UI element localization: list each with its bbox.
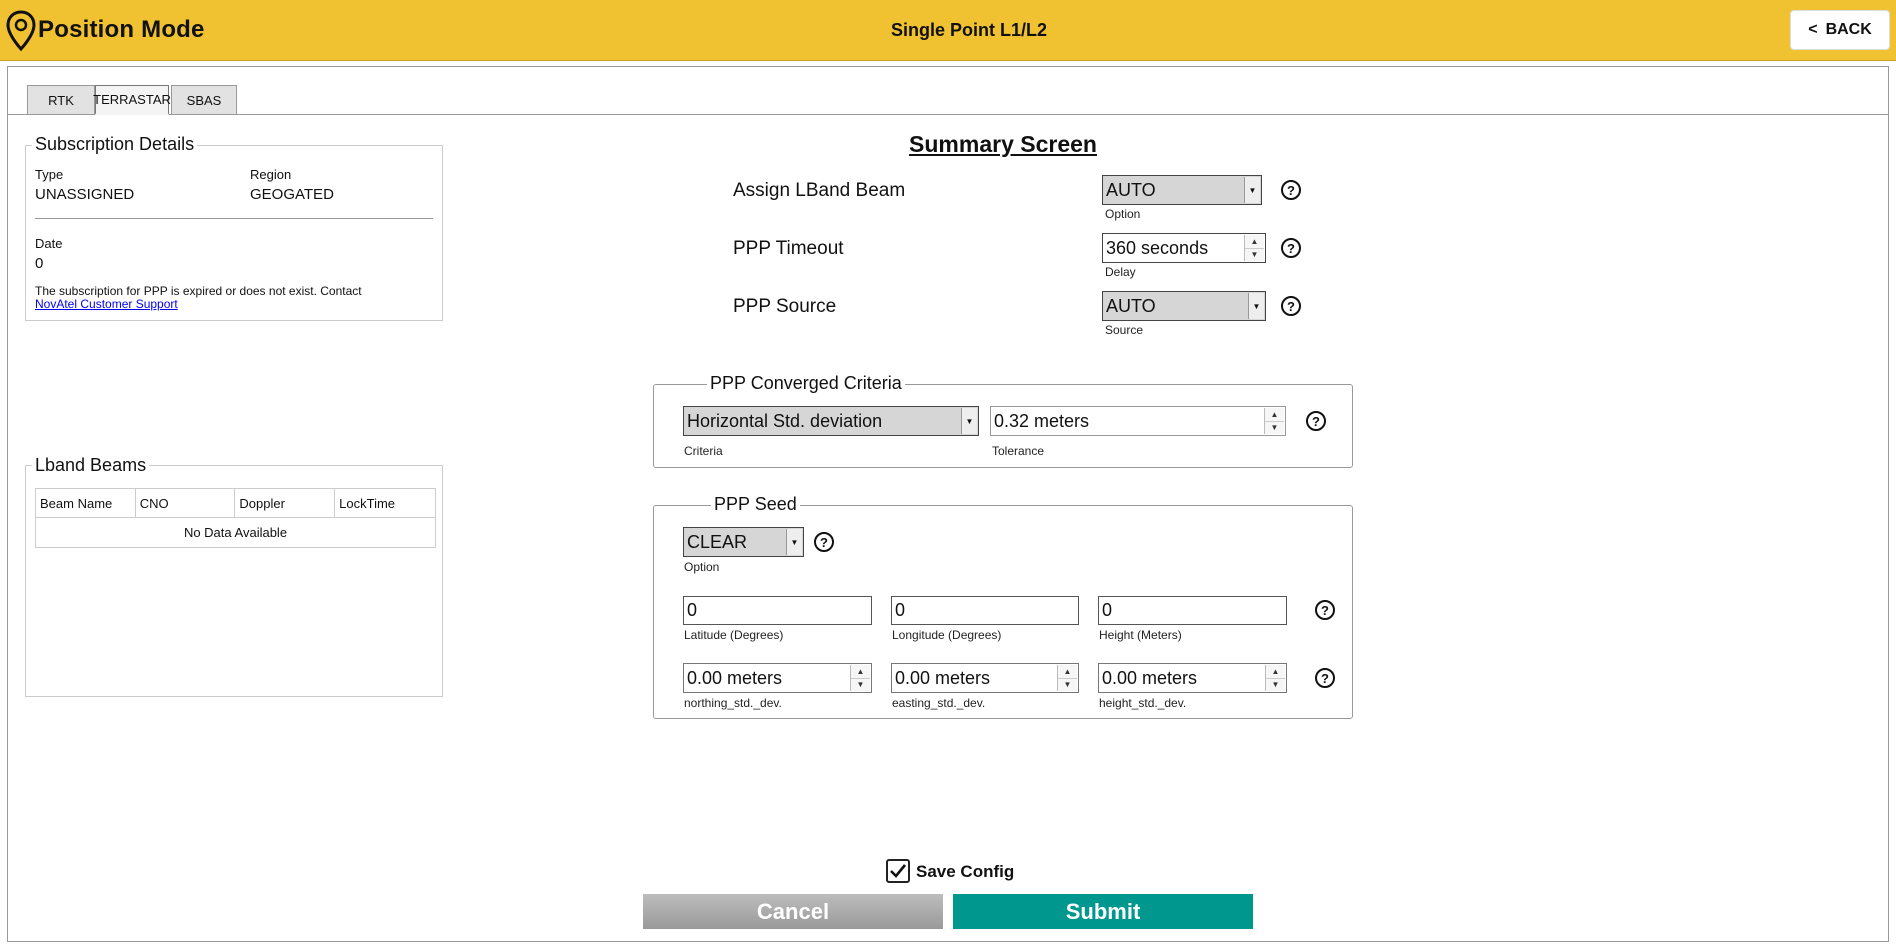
help-circle-icon[interactable]: ? — [1281, 180, 1301, 200]
spinner-arrows-icon[interactable]: ▲ ▼ — [850, 665, 870, 691]
subscription-divider — [35, 218, 433, 219]
summary-screen-title: Summary Screen — [909, 131, 1097, 157]
dropdown-arrow-icon: ▼ — [1244, 177, 1260, 203]
longitude-input[interactable]: 0 — [891, 596, 1079, 625]
easting-std-dev-value: 0.00 meters — [895, 668, 991, 688]
cancel-button[interactable]: Cancel — [643, 894, 943, 929]
ppp-timeout-value: 360 seconds — [1106, 238, 1209, 258]
empty-table-message: No Data Available — [35, 517, 436, 548]
help-circle-icon[interactable]: ? — [1315, 668, 1335, 688]
northing-std-dev-value: 0.00 meters — [687, 668, 783, 688]
type-value: UNASSIGNED — [35, 186, 135, 203]
northing-std-dev-label: northing_std._dev. — [684, 696, 782, 710]
help-circle-icon[interactable]: ? — [814, 532, 834, 552]
seed-option-select[interactable]: CLEAR ▼ — [683, 527, 804, 557]
region-value: GEOGATED — [250, 186, 334, 203]
ppp-source-select[interactable]: AUTO ▼ — [1102, 291, 1266, 321]
table-row: No Data Available — [35, 517, 436, 548]
subscription-note: The subscription for PPP is expired or d… — [35, 284, 362, 298]
spinner-arrows-icon[interactable]: ▲ ▼ — [1265, 665, 1285, 691]
tab-sbas[interactable]: SBAS — [171, 85, 237, 114]
height-input[interactable]: 0 — [1098, 596, 1287, 625]
back-button[interactable]: < BACK — [1790, 10, 1890, 50]
type-label: Type — [35, 167, 64, 182]
dropdown-arrow-icon: ▼ — [1248, 293, 1264, 319]
help-circle-icon[interactable]: ? — [1315, 600, 1335, 620]
height-std-dev-value: 0.00 meters — [1102, 668, 1198, 688]
converged-criteria-label: Criteria — [684, 444, 723, 458]
help-circle-icon[interactable]: ? — [1306, 411, 1326, 431]
height-std-dev-label: height_std._dev. — [1099, 696, 1187, 710]
ppp-timeout-label: PPP Timeout — [733, 238, 844, 259]
converged-criteria-value: Horizontal Std. deviation — [687, 411, 883, 431]
assign-lband-beam-label: Assign LBand Beam — [733, 180, 906, 201]
northing-std-dev-spinner[interactable]: 0.00 meters ▲ ▼ — [683, 663, 872, 693]
ppp-source-source-label: Source — [1105, 323, 1144, 337]
help-circle-icon[interactable]: ? — [1281, 296, 1301, 316]
column-header-cno: CNO — [134, 488, 236, 518]
help-circle-icon[interactable]: ? — [1281, 238, 1301, 258]
assign-lband-option-label: Option — [1105, 207, 1141, 221]
ppp-converged-criteria-title: PPP Converged Criteria — [707, 373, 905, 394]
date-label: Date — [35, 236, 63, 251]
seed-option-value: CLEAR — [687, 532, 748, 552]
column-header-beam-name: Beam Name — [35, 488, 136, 518]
latitude-label: Latitude (Degrees) — [684, 628, 784, 642]
assign-lband-beam-value: AUTO — [1106, 180, 1156, 200]
save-config-checkbox[interactable] — [886, 859, 910, 883]
height-std-dev-spinner[interactable]: 0.00 meters ▲ ▼ — [1098, 663, 1287, 693]
assign-lband-beam-select[interactable]: AUTO ▼ — [1102, 175, 1262, 205]
ppp-timeout-spinner[interactable]: 360 seconds ▲ ▼ — [1102, 233, 1266, 263]
dropdown-arrow-icon: ▼ — [786, 529, 802, 555]
back-arrow-icon: < — [1808, 21, 1818, 38]
tab-terrastar[interactable]: TERRASTAR — [93, 85, 171, 115]
lband-beams-table: Beam Name CNO Doppler LockTime No Data A… — [35, 488, 436, 548]
tab-rtk[interactable]: RTK — [27, 85, 95, 114]
ppp-source-label: PPP Source — [733, 296, 837, 317]
region-label: Region — [250, 167, 292, 182]
converged-tolerance-spinner[interactable]: 0.32 meters ▲ ▼ — [990, 406, 1286, 436]
header-bar: Position Mode Single Point L1/L2 < BACK — [0, 0, 1896, 61]
ppp-timeout-delay-label: Delay — [1105, 265, 1136, 279]
ppp-seed-title: PPP Seed — [711, 494, 800, 515]
date-value: 0 — [35, 255, 44, 272]
spinner-arrows-icon[interactable]: ▲ ▼ — [1264, 408, 1284, 434]
spinner-arrows-icon[interactable]: ▲ ▼ — [1244, 235, 1264, 261]
save-config-label: Save Config — [916, 862, 1015, 881]
submit-button[interactable]: Submit — [953, 894, 1253, 929]
height-label: Height (Meters) — [1099, 628, 1182, 642]
customer-support-link[interactable]: NovAtel Customer Support — [35, 297, 178, 311]
ppp-source-value: AUTO — [1106, 296, 1156, 316]
easting-std-dev-label: easting_std._dev. — [892, 696, 986, 710]
tab-bar-divider — [8, 114, 1889, 115]
latitude-input[interactable]: 0 — [683, 596, 872, 625]
lband-beams-title: Lband Beams — [32, 455, 150, 476]
seed-option-label: Option — [684, 560, 720, 574]
converged-tolerance-value: 0.32 meters — [994, 411, 1090, 431]
back-button-label: BACK — [1825, 21, 1872, 38]
checkmark-icon — [890, 864, 907, 878]
spinner-arrows-icon[interactable]: ▲ ▼ — [1057, 665, 1077, 691]
mode-title: Single Point L1/L2 — [890, 20, 1047, 40]
dropdown-arrow-icon: ▼ — [961, 408, 977, 434]
easting-std-dev-spinner[interactable]: 0.00 meters ▲ ▼ — [891, 663, 1079, 693]
column-header-locktime: LockTime — [334, 488, 436, 518]
converged-criteria-select[interactable]: Horizontal Std. deviation ▼ — [683, 406, 979, 436]
longitude-label: Longitude (Degrees) — [892, 628, 1002, 642]
converged-tolerance-label: Tolerance — [992, 444, 1045, 458]
column-header-doppler: Doppler — [234, 488, 336, 518]
